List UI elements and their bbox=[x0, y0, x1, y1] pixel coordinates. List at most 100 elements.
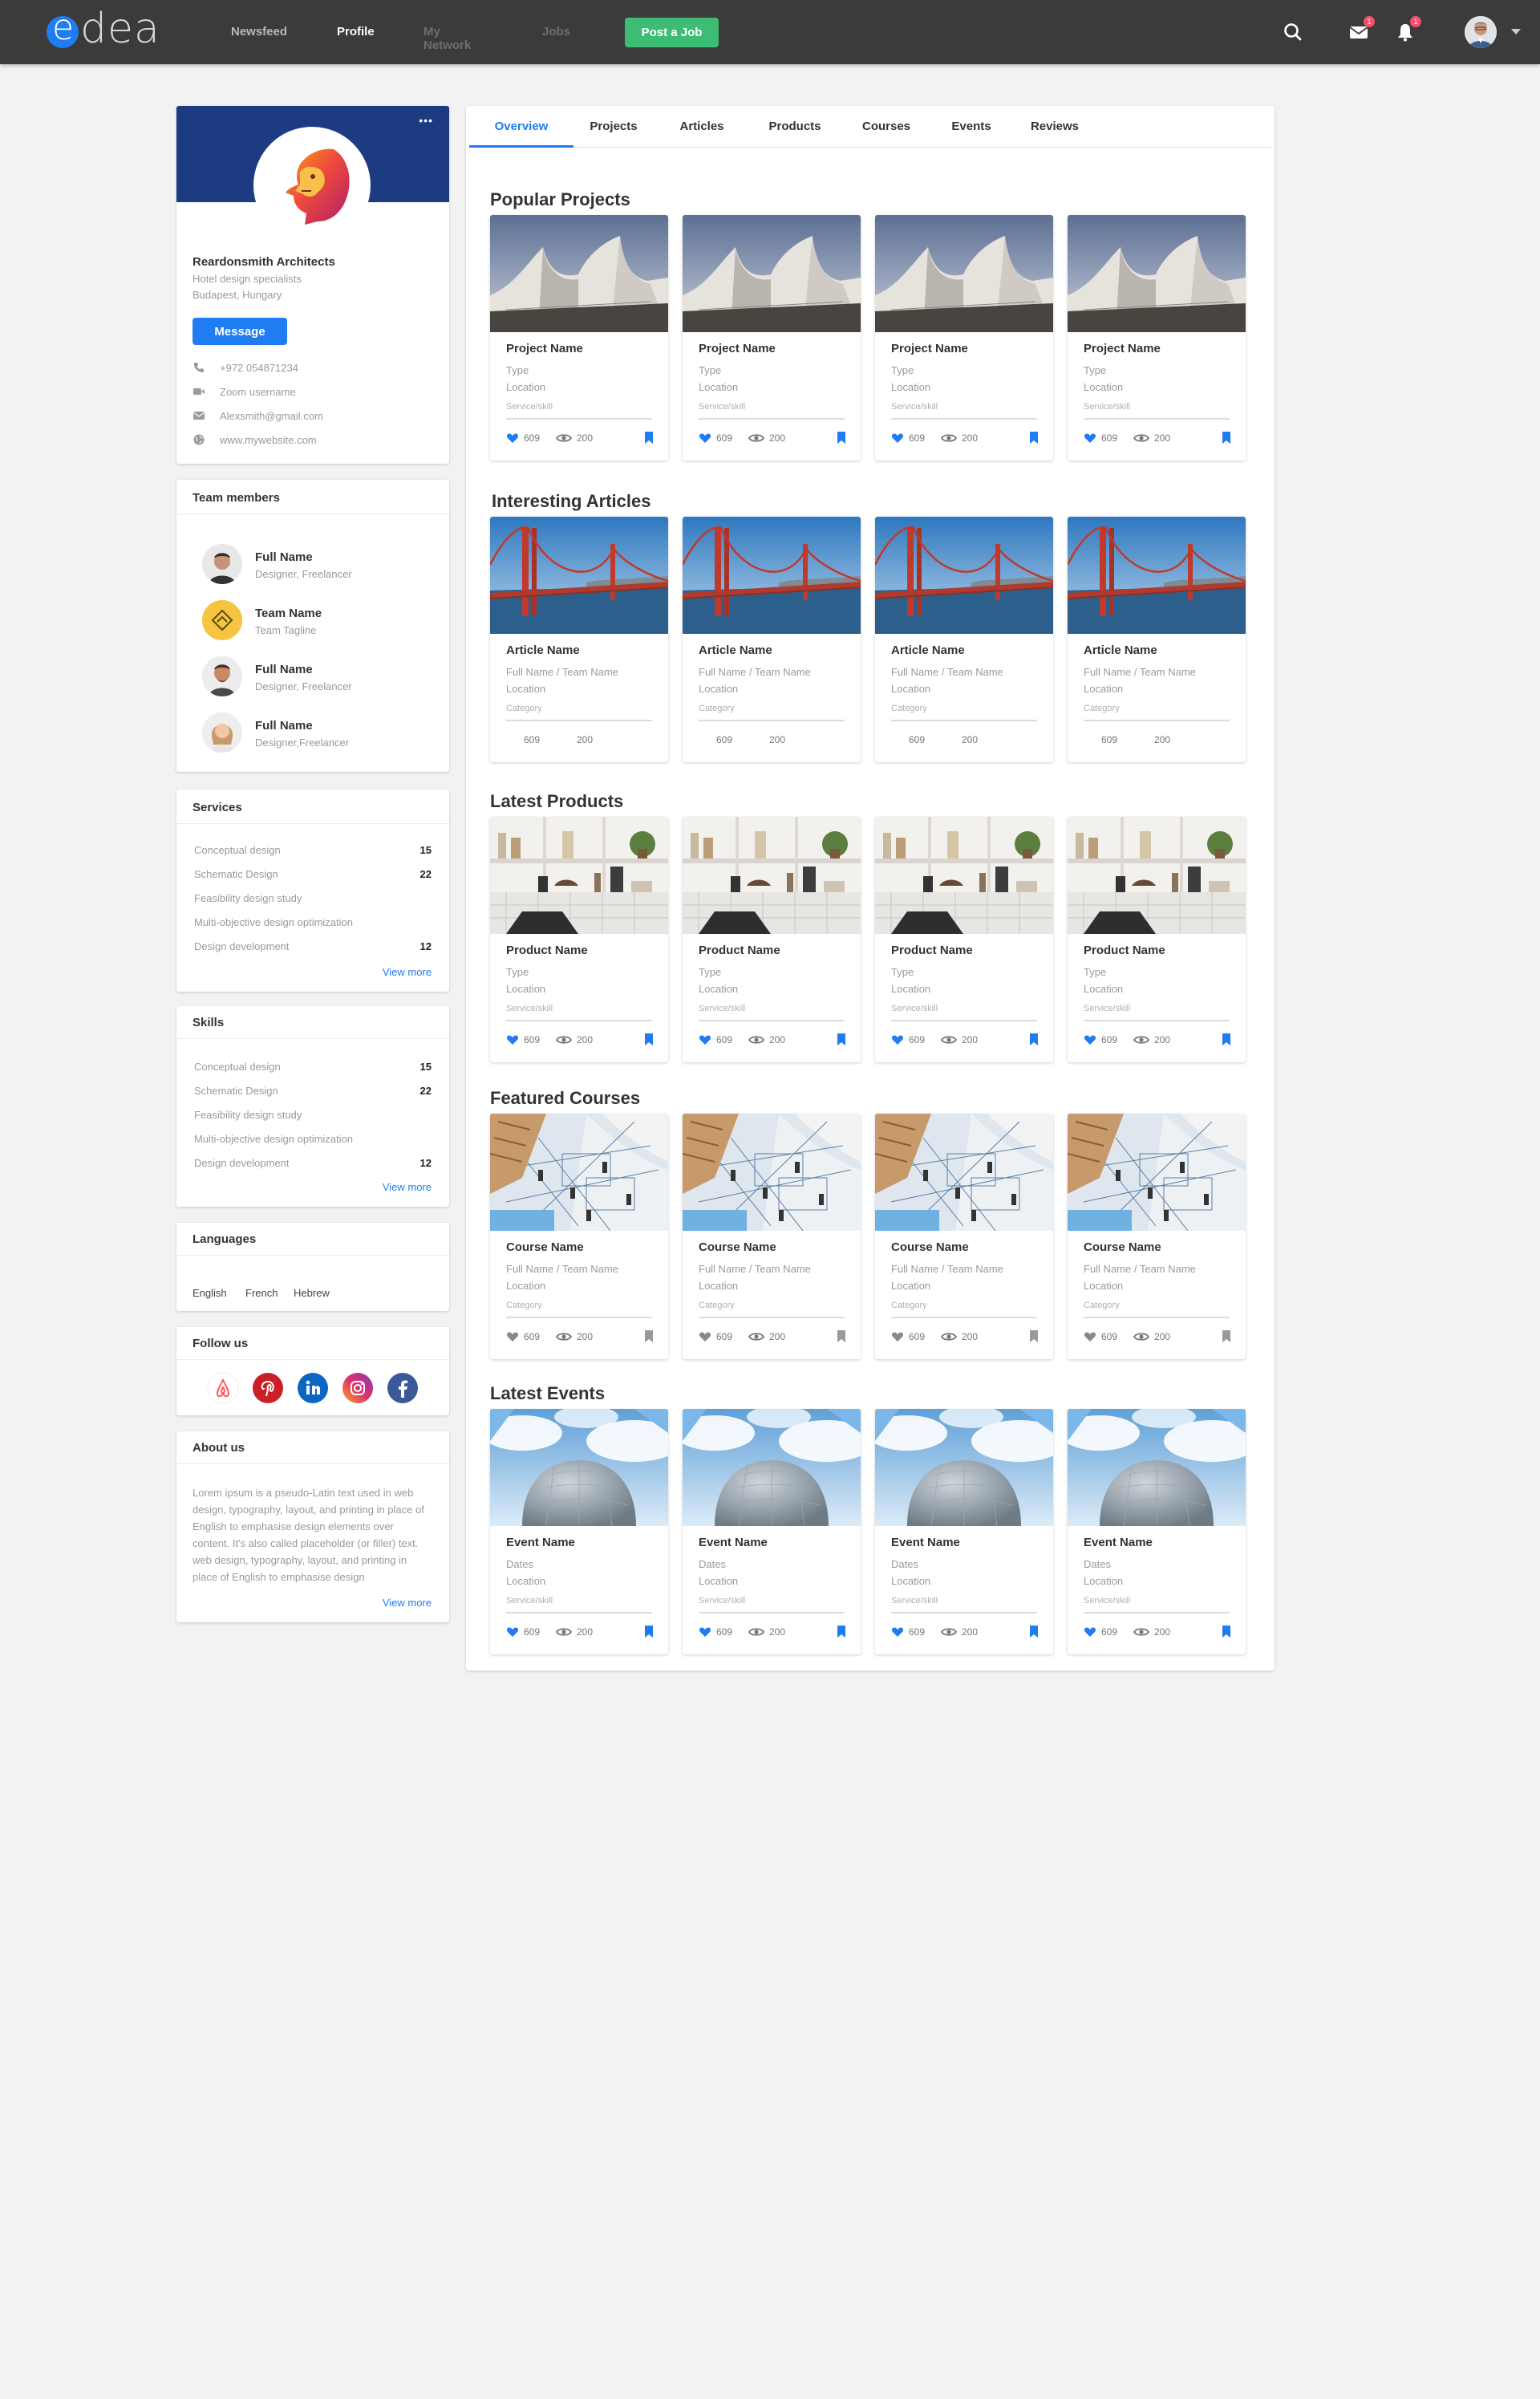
card-title[interactable]: Product Name bbox=[506, 944, 588, 957]
product-thumbnail[interactable] bbox=[875, 817, 1053, 934]
tab-events[interactable]: Events bbox=[931, 106, 1011, 148]
card-title[interactable]: Article Name bbox=[699, 643, 772, 657]
card-title[interactable]: Project Name bbox=[891, 342, 968, 355]
heart-icon[interactable] bbox=[1084, 1626, 1096, 1638]
article-thumbnail[interactable] bbox=[683, 517, 861, 634]
heart-icon[interactable] bbox=[699, 1331, 711, 1342]
tab-projects[interactable]: Projects bbox=[573, 106, 654, 148]
team-member[interactable]: Full Name Designer, Freelancer bbox=[202, 544, 443, 589]
heart-icon[interactable] bbox=[506, 432, 519, 444]
course-card[interactable]: Course Name Full Name / Team Name Locati… bbox=[683, 1114, 861, 1359]
tab-products[interactable]: Products bbox=[755, 106, 835, 148]
card-title[interactable]: Event Name bbox=[699, 1536, 768, 1549]
service-item[interactable]: Multi-objective design optimization bbox=[194, 916, 353, 928]
article-card[interactable]: Article Name Full Name / Team Name Locat… bbox=[490, 517, 668, 762]
team-member[interactable]: Full Name Designer, Freelancer bbox=[202, 656, 443, 701]
heart-icon[interactable] bbox=[891, 1626, 904, 1638]
nav-profile[interactable]: Profile bbox=[337, 25, 375, 39]
bookmark-icon[interactable] bbox=[1222, 431, 1231, 444]
product-thumbnail[interactable] bbox=[1068, 817, 1246, 934]
skill-item[interactable]: Feasibility design study bbox=[194, 1109, 302, 1121]
skill-item[interactable]: Multi-objective design optimization bbox=[194, 1133, 353, 1145]
heart-icon[interactable] bbox=[699, 1034, 711, 1045]
services-view-more-link[interactable]: View more bbox=[383, 966, 432, 978]
notification-bell-icon[interactable]: 1 bbox=[1394, 16, 1421, 43]
heart-icon[interactable] bbox=[891, 1331, 904, 1342]
nav-jobs[interactable]: Jobs bbox=[542, 25, 570, 39]
account-menu-chevron-down-icon[interactable] bbox=[1511, 29, 1521, 35]
project-thumbnail[interactable] bbox=[683, 215, 861, 332]
tab-overview[interactable]: Overview bbox=[469, 106, 573, 148]
event-card[interactable]: Event Name Dates Location Service/skill … bbox=[490, 1409, 668, 1654]
bookmark-icon[interactable] bbox=[1029, 431, 1039, 444]
card-title[interactable]: Course Name bbox=[506, 1240, 584, 1254]
nav-my-network[interactable]: My Network bbox=[424, 25, 471, 52]
course-card[interactable]: Course Name Full Name / Team Name Locati… bbox=[875, 1114, 1053, 1359]
post-a-job-button[interactable]: Post a Job bbox=[625, 18, 719, 47]
project-card[interactable]: Project Name Type Location Service/skill… bbox=[683, 215, 861, 461]
heart-icon[interactable] bbox=[1084, 1034, 1096, 1045]
product-thumbnail[interactable] bbox=[490, 817, 668, 934]
tab-reviews[interactable]: Reviews bbox=[1015, 106, 1095, 148]
bookmark-icon[interactable] bbox=[1029, 1625, 1039, 1638]
service-item[interactable]: Design development bbox=[194, 940, 290, 952]
event-thumbnail[interactable] bbox=[683, 1409, 861, 1526]
heart-icon[interactable] bbox=[1084, 1331, 1096, 1342]
service-item[interactable]: Schematic Design bbox=[194, 868, 278, 880]
course-thumbnail[interactable] bbox=[875, 1114, 1053, 1231]
team-member[interactable]: Full Name Designer,Freelancer bbox=[202, 712, 443, 757]
bookmark-icon[interactable] bbox=[644, 1625, 654, 1638]
product-card[interactable]: Product Name Type Location Service/skill… bbox=[875, 817, 1053, 1062]
article-card[interactable]: Article Name Full Name / Team Name Locat… bbox=[683, 517, 861, 762]
user-avatar[interactable] bbox=[1465, 16, 1497, 48]
bookmark-icon[interactable] bbox=[1029, 1033, 1039, 1046]
bookmark-icon[interactable] bbox=[644, 1329, 654, 1343]
project-thumbnail[interactable] bbox=[1068, 215, 1246, 332]
project-card[interactable]: Project Name Type Location Service/skill… bbox=[875, 215, 1053, 461]
product-thumbnail[interactable] bbox=[683, 817, 861, 934]
card-title[interactable]: Article Name bbox=[891, 643, 965, 657]
event-thumbnail[interactable] bbox=[490, 1409, 668, 1526]
course-card[interactable]: Course Name Full Name / Team Name Locati… bbox=[1068, 1114, 1246, 1359]
nav-newsfeed[interactable]: Newsfeed bbox=[231, 25, 287, 39]
article-card[interactable]: Article Name Full Name / Team Name Locat… bbox=[1068, 517, 1246, 762]
bookmark-icon[interactable] bbox=[837, 1329, 846, 1343]
bookmark-icon[interactable] bbox=[1222, 1329, 1231, 1343]
event-thumbnail[interactable] bbox=[1068, 1409, 1246, 1526]
bookmark-icon[interactable] bbox=[1222, 1625, 1231, 1638]
more-options-icon[interactable]: ••• bbox=[419, 114, 433, 127]
article-thumbnail[interactable] bbox=[1068, 517, 1246, 634]
zoom-username[interactable]: Zoom username bbox=[220, 386, 296, 398]
card-title[interactable]: Event Name bbox=[1084, 1536, 1153, 1549]
course-thumbnail[interactable] bbox=[1068, 1114, 1246, 1231]
heart-icon[interactable] bbox=[891, 1034, 904, 1045]
tab-courses[interactable]: Courses bbox=[846, 106, 926, 148]
card-title[interactable]: Event Name bbox=[506, 1536, 575, 1549]
course-thumbnail[interactable] bbox=[683, 1114, 861, 1231]
card-title[interactable]: Course Name bbox=[699, 1240, 776, 1254]
linkedin-icon[interactable] bbox=[297, 1372, 329, 1404]
project-thumbnail[interactable] bbox=[875, 215, 1053, 332]
about-view-more-link[interactable]: View more bbox=[383, 1597, 432, 1609]
product-card[interactable]: Product Name Type Location Service/skill… bbox=[683, 817, 861, 1062]
bookmark-icon[interactable] bbox=[837, 1625, 846, 1638]
team-member[interactable]: Team Name Team Tagline bbox=[202, 600, 443, 645]
website-link[interactable]: www.mywebsite.com bbox=[220, 434, 317, 446]
heart-icon[interactable] bbox=[506, 1034, 519, 1045]
service-item[interactable]: Feasibility design study bbox=[194, 892, 302, 904]
bookmark-icon[interactable] bbox=[837, 431, 846, 444]
card-title[interactable]: Project Name bbox=[506, 342, 583, 355]
card-title[interactable]: Article Name bbox=[1084, 643, 1157, 657]
article-thumbnail[interactable] bbox=[875, 517, 1053, 634]
service-item[interactable]: Conceptual design bbox=[194, 844, 281, 856]
article-card[interactable]: Article Name Full Name / Team Name Locat… bbox=[875, 517, 1053, 762]
product-card[interactable]: Product Name Type Location Service/skill… bbox=[1068, 817, 1246, 1062]
heart-icon[interactable] bbox=[699, 432, 711, 444]
card-title[interactable]: Article Name bbox=[506, 643, 580, 657]
bookmark-icon[interactable] bbox=[1029, 1329, 1039, 1343]
message-button[interactable]: Message bbox=[192, 318, 287, 345]
heart-icon[interactable] bbox=[506, 1626, 519, 1638]
tab-articles[interactable]: Articles bbox=[662, 106, 742, 148]
project-card[interactable]: Project Name Type Location Service/skill… bbox=[490, 215, 668, 461]
mail-icon[interactable]: 1 bbox=[1348, 16, 1375, 43]
